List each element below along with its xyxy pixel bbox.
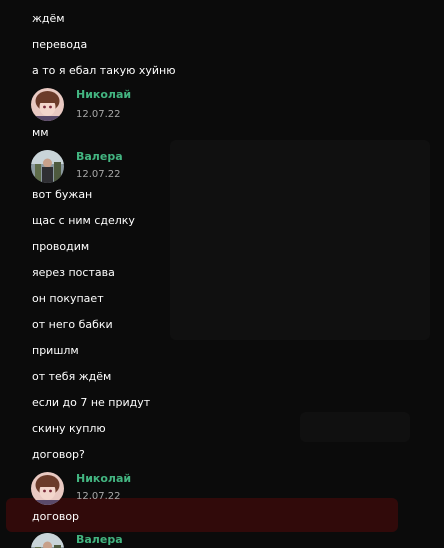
message-line: а то я ебал такую хуйню [32, 64, 176, 77]
message-line: проводим [32, 240, 90, 253]
user-avatar[interactable] [31, 533, 64, 548]
message-line: ждём [32, 12, 65, 25]
message-date: 12.07.22 [76, 491, 121, 502]
message-line: мм [32, 126, 49, 139]
message-line: договор [32, 510, 80, 523]
user-avatar[interactable] [31, 472, 64, 505]
background-overlay-panel [170, 140, 430, 340]
background-overlay-bar [300, 412, 410, 442]
message-line: от него бабки [32, 318, 113, 331]
message-line: перевода [32, 38, 88, 51]
message-author[interactable]: Николай [76, 472, 131, 486]
message-line: яерез постава [32, 266, 115, 279]
message-line: щас с ним сделку [32, 214, 135, 227]
message-line: договор? [32, 448, 85, 461]
message-line: он покупает [32, 292, 104, 305]
message-author[interactable]: Валера [76, 150, 123, 164]
message-line: если до 7 не придут [32, 396, 151, 409]
message-date: 12.07.22 [76, 109, 121, 120]
message-line: скину куплю [32, 422, 106, 435]
message-author[interactable]: Николай [76, 88, 131, 102]
message-line: пришлм [32, 344, 79, 357]
user-avatar[interactable] [31, 88, 64, 121]
message-line: вот бужан [32, 188, 93, 201]
message-author[interactable]: Валера [76, 533, 123, 547]
chat-log: ждём перевода а то я ебал такую хуйню Ни… [0, 0, 444, 548]
user-avatar[interactable] [31, 150, 64, 183]
photo-avatar-icon [31, 533, 64, 548]
photo-avatar-icon [31, 150, 64, 183]
anime-avatar-icon [31, 472, 64, 505]
anime-avatar-icon [31, 88, 64, 121]
message-line: от тебя ждём [32, 370, 112, 383]
top-fade-overlay [0, 0, 444, 12]
message-date: 12.07.22 [76, 169, 121, 180]
